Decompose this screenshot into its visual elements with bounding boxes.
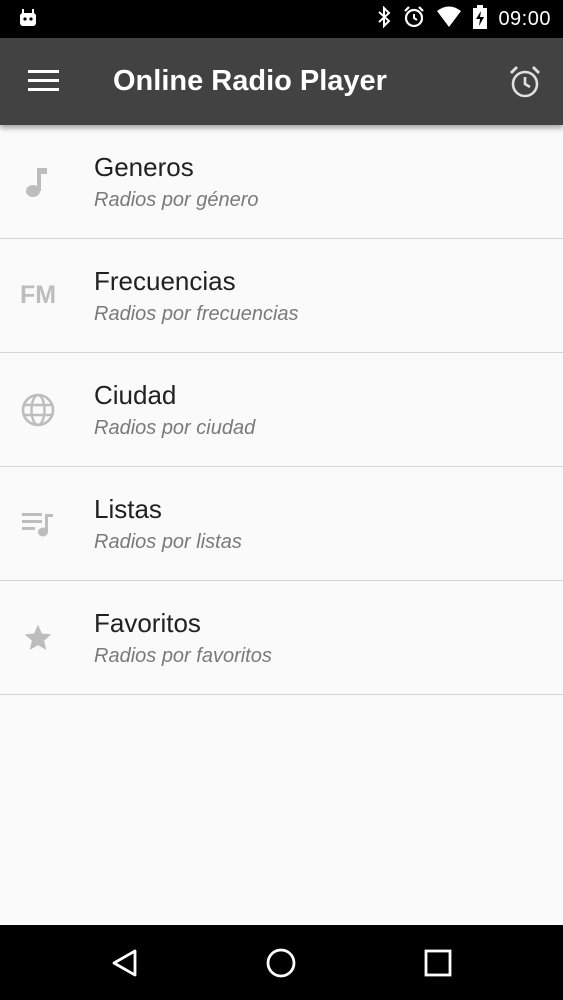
list-item-subtitle: Radios por ciudad <box>94 417 256 439</box>
alarm-status-icon <box>402 5 426 33</box>
back-icon[interactable] <box>110 947 142 979</box>
list-item-title: Favoritos <box>94 608 201 638</box>
list-item-subtitle: Radios por favoritos <box>94 645 272 667</box>
playlist-icon <box>12 467 64 580</box>
music-note-icon <box>12 125 64 238</box>
app-title: Online Radio Player <box>113 65 387 97</box>
globe-icon <box>12 353 64 466</box>
battery-charging-icon <box>472 5 488 33</box>
fm-icon: FM <box>19 281 57 309</box>
wifi-icon <box>436 6 462 32</box>
home-icon[interactable] <box>265 947 297 979</box>
android-notification-icon <box>18 8 38 32</box>
list-item-title: Listas <box>94 494 162 524</box>
list-item-subtitle: Radios por frecuencias <box>94 303 299 325</box>
list-item-subtitle: Radios por género <box>94 189 259 211</box>
list-item-title: Generos <box>94 152 194 182</box>
menu-icon[interactable] <box>28 69 60 93</box>
status-bar: 09:00 <box>0 0 563 38</box>
list-item-generos[interactable]: Generos Radios por género <box>0 125 563 239</box>
list-item-title: Frecuencias <box>94 266 236 296</box>
clock: 09:00 <box>498 7 551 30</box>
category-list: Generos Radios por género FM Frecuencias… <box>0 125 563 695</box>
list-item-subtitle: Radios por listas <box>94 531 242 553</box>
alarm-clock-icon[interactable] <box>507 64 543 100</box>
list-item-favoritos[interactable]: Favoritos Radios por favoritos <box>0 581 563 695</box>
navigation-bar <box>0 925 563 1000</box>
list-item-title: Ciudad <box>94 380 177 410</box>
star-icon <box>12 581 64 694</box>
bluetooth-icon <box>376 5 392 32</box>
list-item-frecuencias[interactable]: FM Frecuencias Radios por frecuencias <box>0 239 563 353</box>
app-bar: Online Radio Player <box>0 38 563 125</box>
list-item-ciudad[interactable]: Ciudad Radios por ciudad <box>0 353 563 467</box>
list-item-listas[interactable]: Listas Radios por listas <box>0 467 563 581</box>
recents-icon[interactable] <box>422 947 454 979</box>
